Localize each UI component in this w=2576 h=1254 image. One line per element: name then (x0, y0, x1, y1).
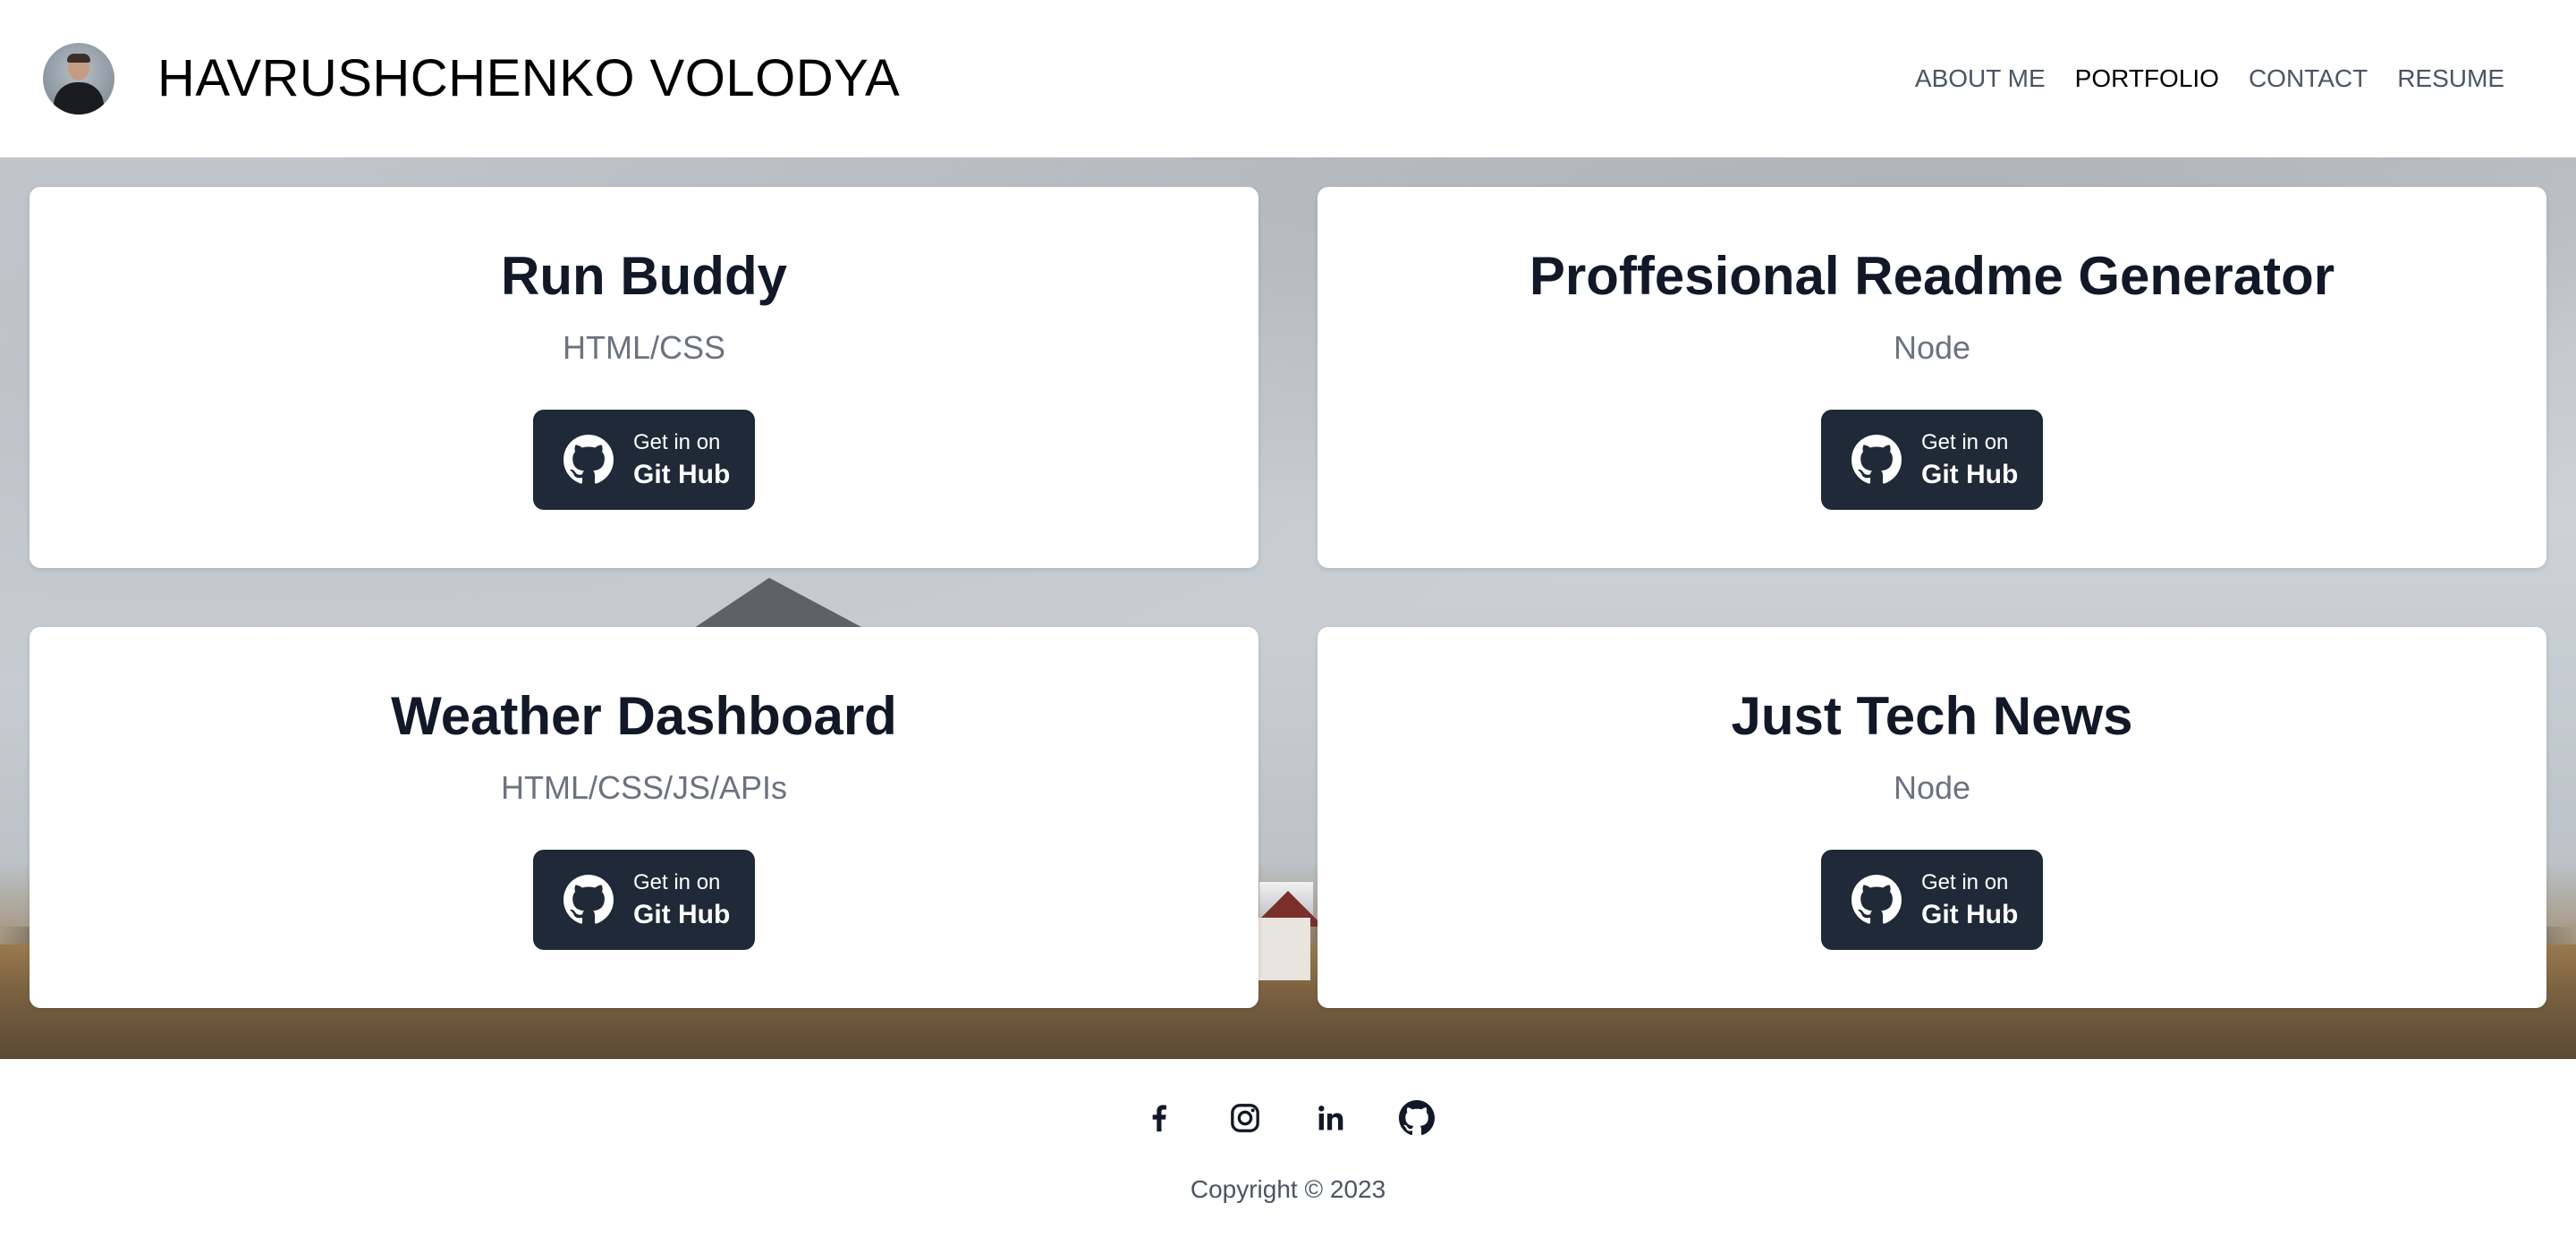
project-title: Weather Dashboard (391, 686, 897, 746)
project-tech: Node (1893, 329, 1971, 366)
github-button[interactable]: Get in on Git Hub (1821, 410, 2043, 510)
github-icon (1852, 435, 1902, 484)
site-title: HAVRUSHCHENKO VOLODYA (157, 49, 901, 107)
github-button[interactable]: Get in on Git Hub (533, 850, 755, 950)
button-big-text: Git Hub (1921, 460, 2019, 489)
button-small-text: Get in on (633, 870, 721, 894)
github-link[interactable] (1399, 1100, 1435, 1136)
button-small-text: Get in on (1921, 870, 2009, 894)
button-big-text: Git Hub (633, 900, 731, 929)
portfolio-section: Run Buddy HTML/CSS Get in on Git Hub Pro… (0, 157, 2576, 1059)
instagram-link[interactable] (1227, 1100, 1263, 1136)
site-header: HAVRUSHCHENKO VOLODYA ABOUT ME PORTFOLIO… (0, 0, 2576, 157)
social-links (0, 1100, 2576, 1136)
project-card-weather-dashboard: Weather Dashboard HTML/CSS/JS/APIs Get i… (30, 627, 1258, 1008)
nav-portfolio[interactable]: PORTFOLIO (2075, 59, 2219, 98)
project-tech: HTML/CSS/JS/APIs (500, 769, 788, 806)
linkedin-icon (1318, 1106, 1343, 1131)
linkedin-link[interactable] (1313, 1100, 1349, 1136)
github-button[interactable]: Get in on Git Hub (533, 410, 755, 510)
project-card-just-tech-news: Just Tech News Node Get in on Git Hub (1318, 627, 2546, 1008)
copyright-text: Copyright © 2023 (1190, 1175, 1386, 1203)
button-small-text: Get in on (1921, 430, 2009, 454)
nav-contact[interactable]: CONTACT (2249, 59, 2368, 98)
project-title: Proffesional Readme Generator (1529, 246, 2335, 306)
github-button[interactable]: Get in on Git Hub (1821, 850, 2043, 950)
button-big-text: Git Hub (1921, 900, 2019, 929)
main-nav: ABOUT ME PORTFOLIO CONTACT RESUME (1915, 59, 2504, 98)
project-title: Just Tech News (1731, 686, 2133, 746)
github-icon (1399, 1100, 1435, 1136)
github-icon (1852, 875, 1902, 924)
project-title: Run Buddy (501, 246, 787, 306)
facebook-icon (1152, 1105, 1166, 1131)
project-card-readme-generator: Proffesional Readme Generator Node Get i… (1318, 187, 2546, 568)
nav-resume[interactable]: RESUME (2397, 59, 2504, 98)
github-icon (564, 435, 614, 484)
avatar (43, 43, 114, 114)
facebook-link[interactable] (1141, 1100, 1177, 1136)
button-small-text: Get in on (633, 430, 721, 454)
nav-about-me[interactable]: ABOUT ME (1915, 59, 2046, 98)
project-card-run-buddy: Run Buddy HTML/CSS Get in on Git Hub (30, 187, 1258, 568)
site-footer: Copyright © 2023 (0, 1059, 2576, 1254)
project-tech: HTML/CSS (562, 329, 726, 366)
project-tech: Node (1893, 769, 1971, 806)
button-big-text: Git Hub (633, 460, 731, 489)
instagram-icon (1231, 1104, 1259, 1132)
github-icon (564, 875, 614, 924)
